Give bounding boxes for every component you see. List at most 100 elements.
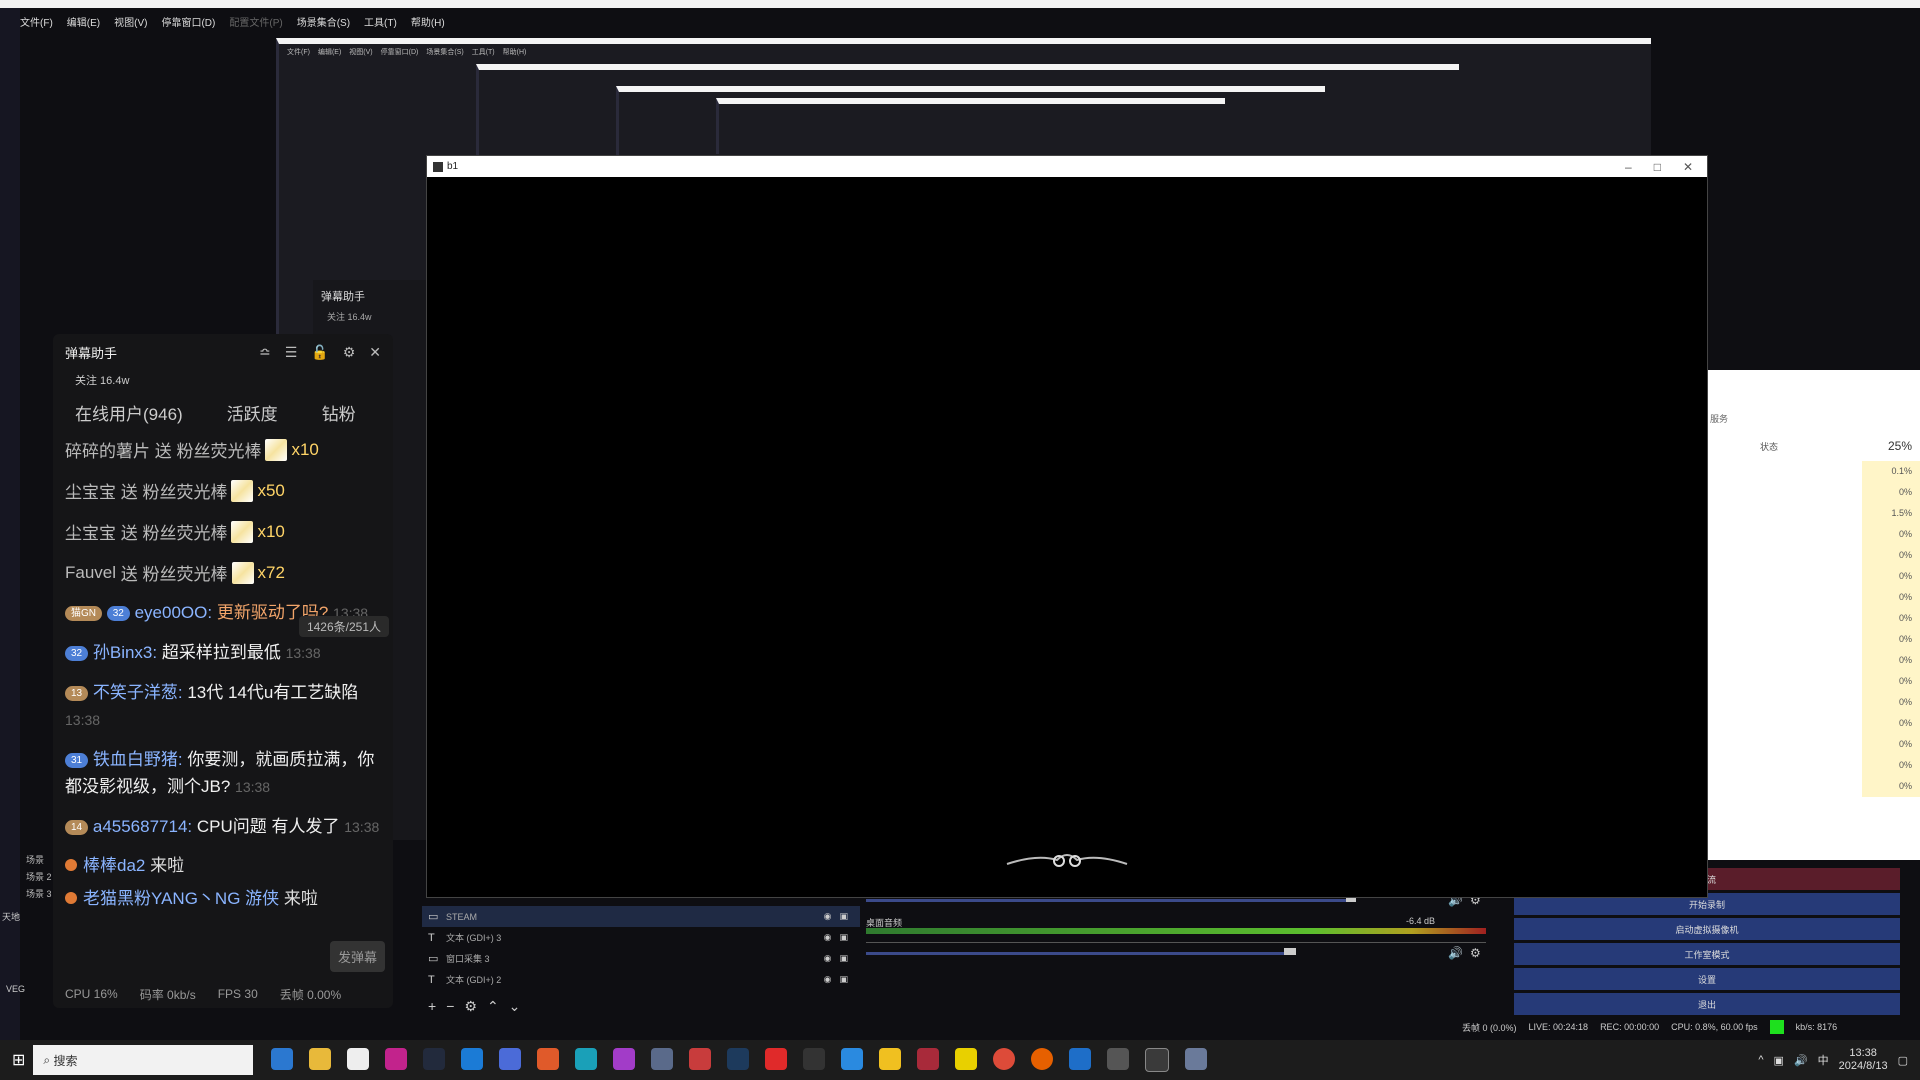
add-icon[interactable]: + — [428, 998, 436, 1015]
app-blue-icon[interactable] — [461, 1048, 484, 1070]
chat-username[interactable]: 不笑子洋葱: — [93, 683, 183, 702]
app-red-icon[interactable] — [689, 1048, 712, 1070]
obs-icon[interactable] — [1145, 1048, 1170, 1072]
eye-icon[interactable]: ◉ — [824, 911, 832, 922]
eye-icon[interactable]: ◉ — [824, 953, 832, 964]
scene-item-2[interactable]: 场景 2 — [26, 869, 52, 886]
tm-row[interactable]: 0.1% — [1706, 461, 1920, 482]
tm-row[interactable]: 0% — [1706, 524, 1920, 545]
file-explorer-icon[interactable] — [309, 1048, 332, 1070]
tm-row[interactable]: 0% — [1706, 776, 1920, 797]
source-row[interactable]: ▭ STEAM ◉ ▣ — [422, 906, 860, 927]
app-arrow-icon[interactable] — [385, 1048, 408, 1070]
lock-icon[interactable]: ▣ — [839, 911, 848, 922]
gear-icon[interactable]: ⚙ — [464, 998, 477, 1015]
exit-button[interactable]: 退出 — [1514, 993, 1900, 1015]
menu-file[interactable]: 文件(F) — [20, 14, 53, 29]
source-row[interactable]: T 文本 (GDI+) 2 ◉ ▣ — [422, 969, 860, 990]
app-gamepad-icon[interactable] — [1107, 1048, 1130, 1070]
maximize-icon[interactable]: □ — [1654, 160, 1661, 174]
tm-row[interactable]: 0% — [1706, 755, 1920, 776]
eye-icon[interactable]: ◉ — [824, 932, 832, 943]
edge-icon[interactable] — [271, 1048, 294, 1070]
ime-indicator[interactable]: 中 — [1818, 1052, 1829, 1068]
gift-user[interactable]: 碎碎的薯片 — [65, 437, 150, 462]
tm-row[interactable]: 0% — [1706, 671, 1920, 692]
notification-icon[interactable]: ▢ — [1898, 1054, 1908, 1067]
source-row[interactable]: T 文本 (GDI+) 3 ◉ ▣ — [422, 927, 860, 948]
lock-icon[interactable]: ▣ — [839, 974, 848, 985]
close-icon[interactable]: ✕ — [369, 344, 381, 361]
lock-icon[interactable]: ▣ — [839, 953, 848, 964]
app-teal-icon[interactable] — [575, 1048, 598, 1070]
volume-slider-1[interactable] — [866, 899, 1356, 902]
app-orange-icon[interactable] — [537, 1048, 560, 1070]
firefox-icon[interactable] — [1031, 1048, 1054, 1070]
chat-username[interactable]: 铁血白野猪: — [93, 750, 183, 769]
windows-start-icon[interactable]: ⊞ — [12, 1050, 25, 1070]
gear-icon[interactable]: ⚙ — [1470, 946, 1481, 960]
up-icon[interactable]: ⌃ — [487, 998, 499, 1015]
chrome-icon[interactable] — [993, 1048, 1016, 1070]
settings-button[interactable]: 设置 — [1514, 968, 1900, 990]
tm-row[interactable]: 0% — [1706, 734, 1920, 755]
epic-games-icon[interactable] — [803, 1048, 826, 1070]
remove-icon[interactable]: − — [446, 998, 454, 1015]
menu-profile[interactable]: 配置文件(P) — [229, 14, 282, 29]
app-dark-icon[interactable] — [423, 1048, 446, 1070]
tm-row[interactable]: 0% — [1706, 629, 1920, 650]
join-username[interactable]: 老猫黑粉YANG丶NG 游侠 — [83, 889, 279, 908]
app-fly-icon[interactable] — [499, 1048, 522, 1070]
app-window-icon[interactable] — [1069, 1048, 1092, 1070]
calculator-icon[interactable] — [651, 1048, 674, 1070]
send-danmu-button[interactable]: 发弹幕 — [329, 941, 385, 972]
eye-icon[interactable]: ◉ — [824, 974, 832, 985]
lock-icon[interactable]: ▣ — [839, 932, 848, 943]
volume-slider-handle-2[interactable] — [1284, 948, 1296, 955]
chat-username[interactable]: eye00OO: — [135, 603, 213, 622]
app-yellow-icon[interactable] — [879, 1048, 902, 1070]
app-files-icon[interactable] — [1185, 1048, 1208, 1070]
tab-diamond-fans[interactable]: 钻粉 — [322, 400, 356, 425]
speaker-icon[interactable]: 🔊 — [1448, 946, 1463, 960]
menu-tools[interactable]: 工具(T) — [364, 14, 397, 29]
app-purple-icon[interactable] — [613, 1048, 636, 1070]
app-circle-icon[interactable] — [955, 1048, 978, 1070]
close-icon[interactable]: ✕ — [1683, 160, 1693, 174]
chat-username[interactable]: 孙Binx3: — [93, 643, 157, 662]
tab-online-users[interactable]: 在线用户(946) — [75, 400, 183, 425]
chat-username[interactable]: a455687714: — [93, 817, 192, 836]
menu-scenes[interactable]: 场景集合(S) — [297, 14, 350, 29]
steam-icon[interactable] — [727, 1048, 750, 1070]
minimize-icon[interactable]: – — [1625, 160, 1632, 174]
store-icon[interactable] — [347, 1048, 370, 1070]
settings-icon[interactable]: ⚙ — [343, 344, 356, 361]
tm-row[interactable]: 0% — [1706, 608, 1920, 629]
volume-slider-2[interactable] — [866, 952, 1296, 955]
menu-help[interactable]: 帮助(H) — [411, 14, 445, 29]
virtual-camera-button[interactable]: 启动虚拟摄像机 — [1514, 918, 1900, 940]
tm-tab-services[interactable]: 服务 — [1706, 370, 1920, 425]
app-m-icon[interactable] — [841, 1048, 864, 1070]
network-icon[interactable]: ▣ — [1774, 1054, 1784, 1067]
studio-mode-button[interactable]: 工作室模式 — [1514, 943, 1900, 965]
notes-icon[interactable]: ☰ — [285, 344, 298, 361]
tab-activity[interactable]: 活跃度 — [227, 400, 278, 425]
tm-row[interactable]: 0% — [1706, 713, 1920, 734]
tm-row[interactable]: 0% — [1706, 587, 1920, 608]
tm-cpu-pct[interactable]: 25% — [1862, 439, 1920, 453]
app-figure-icon[interactable] — [765, 1048, 788, 1070]
tm-row[interactable]: 0% — [1706, 566, 1920, 587]
tm-status-header[interactable]: 状态 — [1706, 440, 1778, 453]
down-icon[interactable]: ⌄ — [509, 998, 521, 1015]
tm-row[interactable]: 0% — [1706, 650, 1920, 671]
volume-icon[interactable]: 🔊 — [1794, 1054, 1808, 1067]
scene-item-1[interactable]: 场景 — [26, 852, 52, 869]
scene-item-3[interactable]: 场景 3 — [26, 886, 52, 903]
filter-icon[interactable]: ≏ — [259, 344, 271, 361]
gift-user[interactable]: 尘宝宝 — [65, 478, 116, 503]
taskbar-search[interactable]: ⌕ 搜索 — [33, 1045, 254, 1075]
tm-row[interactable]: 0% — [1706, 692, 1920, 713]
gift-user[interactable]: Fauvel — [65, 563, 116, 583]
app-game-icon[interactable] — [917, 1048, 940, 1070]
